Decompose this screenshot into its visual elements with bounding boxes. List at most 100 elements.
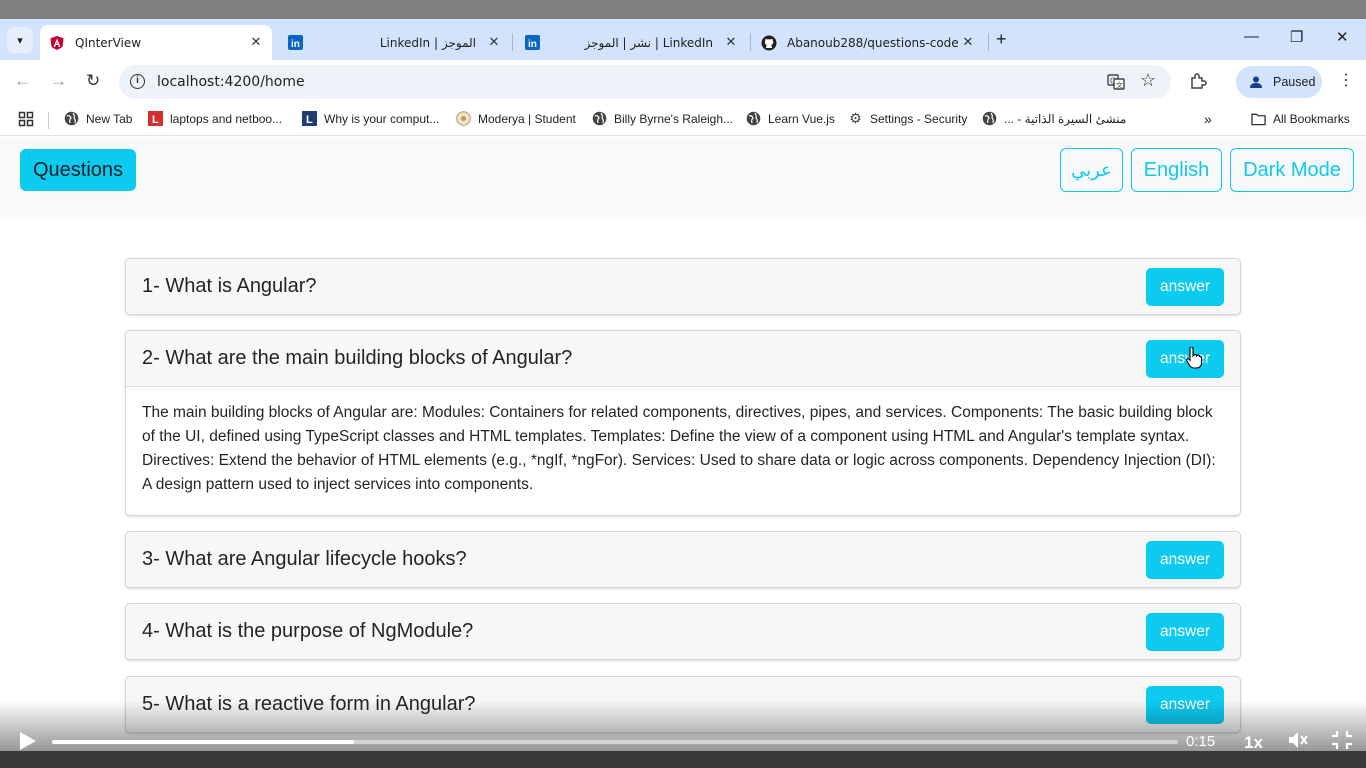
browser-toolbar: ← → ↻ i localhost:4200/home G文 ☆ Paused … (0, 60, 1366, 103)
github-icon (761, 35, 777, 51)
bookmark-label: New Tab (86, 111, 133, 126)
tab-title: Abanoub288/questions-code (787, 35, 958, 50)
apps-grid-icon[interactable] (18, 111, 34, 127)
bookmark-moderya[interactable]: Moderya | Student (456, 111, 576, 126)
english-language-button[interactable]: English (1131, 148, 1222, 192)
close-icon[interactable]: ✕ (958, 35, 978, 50)
bookmark-settings-security[interactable]: ⚙ Settings - Security (848, 110, 967, 126)
new-tab-plus-icon[interactable]: + (996, 29, 1007, 50)
close-icon[interactable]: ✕ (246, 35, 266, 50)
question-header: 3- What are Angular lifecycle hooks? ans… (126, 532, 1240, 587)
l-logo-icon: L (302, 111, 317, 126)
tab-title: LinkedIn | الموجز (379, 35, 476, 50)
bookmark-resume-builder[interactable]: منشئ السيرة الذاتية - ... (982, 111, 1126, 126)
tab-linkedin-1[interactable]: in LinkedIn | الموجز ✕ (278, 25, 510, 60)
tab-linkedin-2[interactable]: in نشر | الموجز | LinkedIn ✕ (515, 25, 747, 60)
video-top-strip (0, 0, 1366, 19)
folder-icon (1251, 111, 1266, 126)
question-header: 4- What is the purpose of NgModule? answ… (126, 604, 1240, 659)
answer-text: The main building blocks of Angular are:… (126, 386, 1240, 515)
forward-arrow-icon[interactable]: → (50, 71, 67, 91)
tab-separator (988, 33, 989, 51)
url-text: localhost:4200/home (157, 74, 305, 90)
restore-icon[interactable]: ❐ (1290, 28, 1303, 46)
bookmark-learn-vue[interactable]: Learn Vue.js (746, 111, 835, 126)
globe-icon (592, 111, 607, 126)
moderya-icon (456, 111, 471, 126)
close-icon[interactable]: ✕ (484, 35, 504, 50)
person-icon (1249, 75, 1263, 89)
answer-button[interactable]: answer (1146, 612, 1224, 651)
site-info-icon[interactable]: i (130, 74, 145, 89)
extensions-puzzle-icon[interactable] (1189, 72, 1207, 94)
web-page: Questions عربي English Dark Mode 1- What… (0, 137, 1366, 751)
bookmark-label: Moderya | Student (478, 111, 576, 126)
app-navbar: Questions عربي English Dark Mode (0, 137, 1366, 219)
answer-button[interactable]: answer (1146, 339, 1224, 378)
tab-search-button[interactable]: ▾ (7, 27, 33, 53)
reload-icon[interactable]: ↻ (86, 71, 100, 91)
more-bookmarks-chevron-icon[interactable]: » (1204, 111, 1212, 127)
angular-icon (49, 35, 65, 51)
question-card: 4- What is the purpose of NgModule? answ… (125, 603, 1241, 660)
bookmark-label: Why is your comput... (324, 111, 440, 126)
question-header: 1- What is Angular? answer (126, 259, 1240, 314)
tab-separator (750, 33, 751, 51)
gear-icon: ⚙ (849, 110, 862, 126)
translate-icon[interactable]: G文 (1107, 73, 1125, 95)
linkedin-icon: in (524, 35, 540, 51)
brand-button[interactable]: Questions (20, 149, 136, 191)
close-window-icon[interactable]: ✕ (1336, 28, 1349, 46)
answer-button[interactable]: answer (1146, 540, 1224, 579)
tab-qinterview[interactable]: QInterView ✕ (40, 25, 272, 60)
profile-button[interactable]: Paused (1236, 66, 1322, 98)
globe-icon (746, 111, 761, 126)
question-text: 3- What are Angular lifecycle hooks? (142, 548, 467, 570)
question-card: 2- What are the main building blocks of … (125, 330, 1241, 516)
question-header: 2- What are the main building blocks of … (126, 331, 1240, 386)
bookmark-laptops[interactable]: L laptops and netboo... (148, 111, 282, 126)
playback-speed-button[interactable]: 1x (1244, 733, 1263, 753)
play-icon[interactable] (20, 732, 36, 750)
tab-github[interactable]: Abanoub288/questions-code ✕ (752, 25, 984, 60)
globe-icon (982, 111, 997, 126)
bookmark-billy-byrne[interactable]: Billy Byrne's Raleigh... (592, 111, 733, 126)
tab-title: QInterView (75, 35, 142, 50)
hand-pointer-cursor-icon (1186, 346, 1203, 375)
star-bookmark-icon[interactable]: ☆ (1140, 70, 1156, 91)
question-card: 1- What is Angular? answer (125, 258, 1241, 315)
l-logo-icon: L (148, 111, 163, 126)
address-bar[interactable]: i localhost:4200/home G文 ☆ (119, 65, 1171, 99)
bookmark-label: All Bookmarks (1273, 111, 1350, 126)
question-text: 1- What is Angular? (142, 275, 317, 297)
back-arrow-icon[interactable]: ← (14, 71, 31, 91)
muted-speaker-icon[interactable] (1287, 730, 1309, 755)
dark-mode-button[interactable]: Dark Mode (1230, 148, 1354, 192)
close-icon[interactable]: ✕ (721, 35, 741, 50)
linkedin-icon: in (287, 35, 303, 51)
question-text: 2- What are the main building blocks of … (142, 347, 573, 369)
svg-text:in: in (291, 39, 300, 50)
all-bookmarks[interactable]: All Bookmarks (1251, 111, 1350, 126)
video-bottom-bar (0, 751, 1366, 768)
bookmark-label: Billy Byrne's Raleigh... (614, 111, 734, 126)
minimize-icon[interactable]: — (1244, 28, 1259, 45)
arabic-language-button[interactable]: عربي (1060, 148, 1123, 192)
browser-window: ▾ QInterView ✕ in LinkedIn | الموجز ✕ in… (0, 19, 1366, 751)
svg-text:L: L (152, 114, 159, 126)
tab-separator (512, 33, 513, 51)
video-progress-bar[interactable] (52, 740, 1178, 744)
bookmark-why-computer[interactable]: L Why is your comput... (302, 111, 439, 126)
globe-icon (64, 111, 79, 126)
svg-text:L: L (306, 114, 313, 126)
more-menu-icon[interactable]: ⋮ (1338, 70, 1354, 90)
exit-fullscreen-icon[interactable] (1331, 730, 1353, 755)
bookmarks-bar: New Tab L laptops and netboo... L Why is… (0, 103, 1366, 136)
question-card: 3- What are Angular lifecycle hooks? ans… (125, 531, 1241, 588)
video-time: 0:15 (1186, 733, 1216, 750)
answer-button[interactable]: answer (1146, 267, 1224, 306)
video-progress-fill (52, 740, 354, 744)
bookmark-new-tab[interactable]: New Tab (64, 111, 132, 126)
bookmark-label: laptops and netboo... (170, 111, 283, 126)
question-text: 4- What is the purpose of NgModule? (142, 620, 474, 642)
